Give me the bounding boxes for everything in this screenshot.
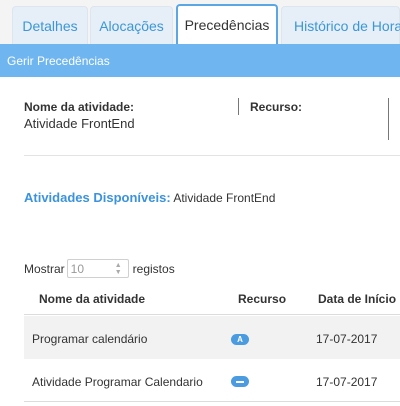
- tab-detalhes[interactable]: Detalhes: [12, 6, 88, 44]
- activity-name-value: Atividade FrontEnd: [24, 116, 135, 131]
- divider: [238, 98, 239, 115]
- tab-precedencias[interactable]: Precedências: [176, 4, 278, 44]
- row-start-date: 17-07-2017: [316, 375, 378, 389]
- available-activities-label: Atividades Disponíveis:: [24, 190, 171, 205]
- divider: [388, 98, 389, 140]
- activity-name-label: Nome da atividade:: [24, 100, 135, 114]
- available-activities-value: Atividade FrontEnd: [173, 191, 276, 205]
- tab-alocacoes[interactable]: Alocações: [90, 6, 173, 44]
- tab-bar: Detalhes Alocações Precedências Históric…: [0, 0, 400, 44]
- column-header-name[interactable]: Nome da atividade: [39, 292, 145, 306]
- available-activities: Atividades Disponíveis: Atividade FrontE…: [24, 190, 275, 205]
- column-header-start-date[interactable]: Data de Início: [318, 292, 396, 306]
- row-activity-name: Programar calendário: [32, 332, 148, 346]
- resource-label: Recurso:: [250, 100, 303, 114]
- resource-badge-text: A: [237, 335, 243, 344]
- show-prefix: Mostrar: [24, 261, 65, 276]
- row-activity-name: Atividade Programar Calendario: [32, 375, 203, 389]
- section-title: Gerir Precedências: [7, 53, 110, 68]
- column-header-resource[interactable]: Recurso: [238, 292, 286, 306]
- resource-badge: [231, 376, 249, 387]
- table-row[interactable]: Atividade Programar Calendario 17-07-201…: [24, 359, 400, 402]
- table-row[interactable]: Programar calendário A 17-07-2017: [24, 316, 400, 359]
- page-length-control: Mostrar 10 ▲ ▼ registos: [24, 259, 175, 278]
- tab-historico-horas[interactable]: Histórico de Horas: [281, 6, 400, 44]
- table-bottom-border: [24, 401, 400, 402]
- row-start-date: 17-07-2017: [316, 332, 378, 346]
- separator: [24, 155, 400, 156]
- show-suffix: registos: [132, 261, 175, 276]
- page-length-stepper[interactable]: 10 ▲ ▼: [66, 259, 129, 278]
- minus-icon: [236, 380, 244, 383]
- header-separator: [24, 314, 400, 315]
- resource-badge: A: [231, 334, 249, 345]
- stepper-arrows-icon[interactable]: ▲ ▼: [115, 262, 122, 276]
- section-header: Gerir Precedências: [0, 44, 400, 77]
- page-length-value: 10: [70, 261, 85, 276]
